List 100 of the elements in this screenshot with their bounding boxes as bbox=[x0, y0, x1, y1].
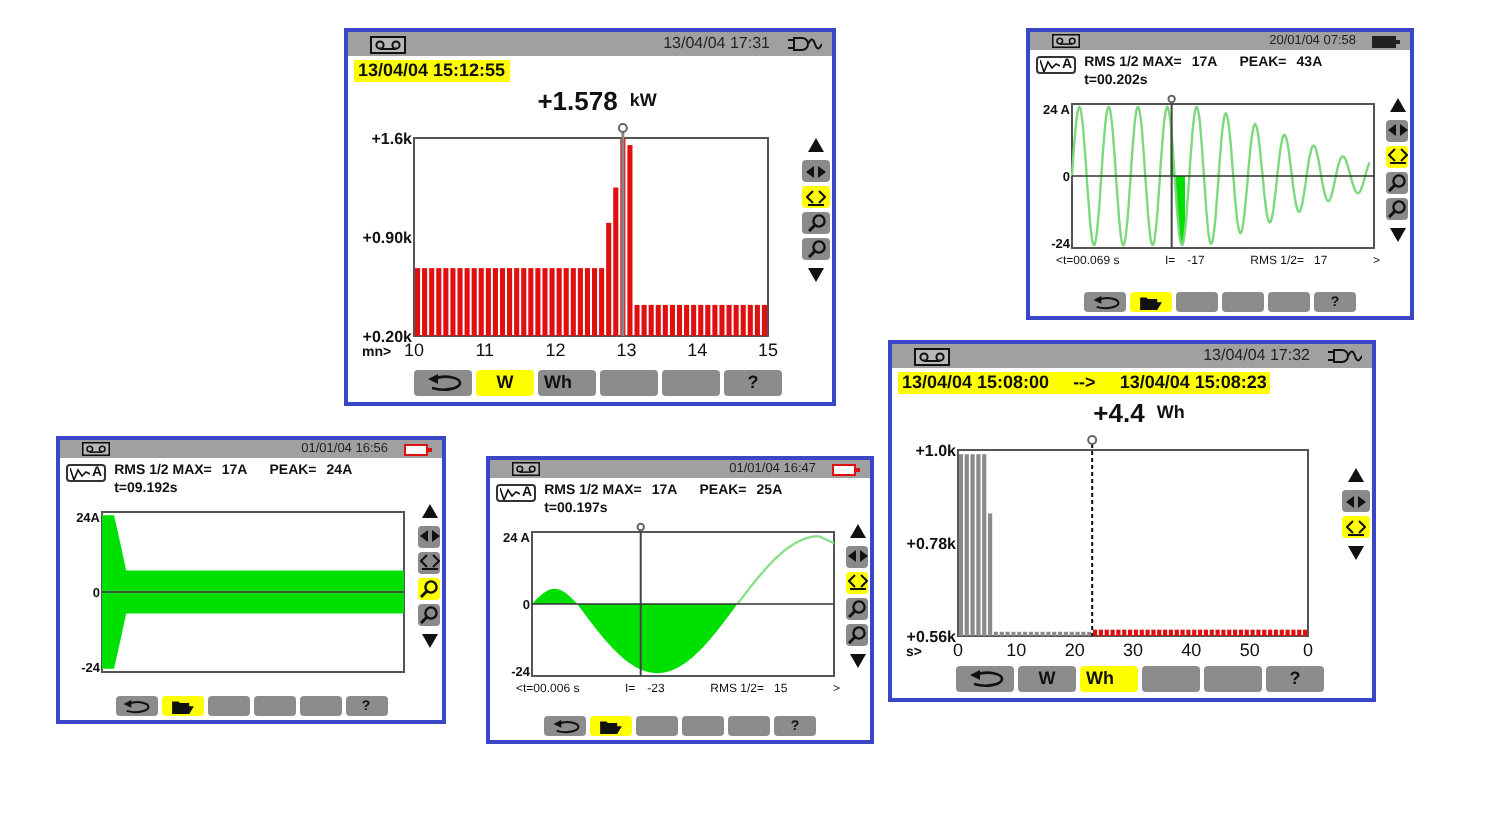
cursor-line[interactable] bbox=[1087, 435, 1098, 637]
softkey-button[interactable]: ? bbox=[724, 370, 782, 396]
magnifier-icon bbox=[807, 214, 825, 232]
reading-unit: kW bbox=[629, 88, 657, 115]
cursor-line[interactable] bbox=[1167, 94, 1176, 249]
softkey-button[interactable] bbox=[115, 696, 157, 716]
down-triangle-icon bbox=[421, 633, 437, 647]
softkey-button[interactable] bbox=[1084, 292, 1126, 312]
timestamp-text: 13/04/04 15:08:00 bbox=[902, 374, 1050, 392]
softkey-button[interactable] bbox=[590, 716, 632, 736]
softkey-button[interactable]: ? bbox=[1266, 666, 1324, 692]
softkey-button[interactable] bbox=[161, 696, 203, 716]
x-tick-label: 11 bbox=[475, 340, 495, 358]
up-triangle-icon bbox=[1348, 468, 1364, 482]
side-button[interactable] bbox=[1342, 542, 1370, 564]
side-button[interactable] bbox=[418, 629, 440, 651]
y-tick-label: +0.20k bbox=[362, 328, 412, 346]
side-button[interactable] bbox=[418, 499, 440, 521]
return-arrow-icon bbox=[425, 374, 461, 392]
side-button[interactable] bbox=[1386, 145, 1408, 167]
cursor-line[interactable] bbox=[636, 522, 645, 677]
up-triangle-icon bbox=[808, 138, 824, 152]
side-button[interactable] bbox=[802, 212, 830, 234]
cassette-icon bbox=[512, 462, 540, 476]
side-button[interactable] bbox=[418, 525, 440, 547]
chevrons-icon bbox=[806, 189, 826, 205]
waveform-icon bbox=[1040, 59, 1060, 71]
side-button[interactable] bbox=[846, 545, 868, 567]
side-button[interactable] bbox=[418, 551, 440, 573]
side-button[interactable] bbox=[1386, 171, 1408, 193]
softkey-button[interactable]: Wh bbox=[538, 370, 596, 396]
chevrons-icon bbox=[847, 574, 867, 590]
battery-icon bbox=[1372, 35, 1400, 47]
softkey-button[interactable] bbox=[414, 370, 472, 396]
folder-icon bbox=[171, 699, 193, 713]
side-button[interactable] bbox=[802, 134, 830, 156]
side-button[interactable] bbox=[418, 603, 440, 625]
up-triangle-icon bbox=[421, 503, 437, 517]
softkey-button[interactable] bbox=[956, 666, 1014, 692]
left-right-arrows-icon bbox=[847, 550, 867, 562]
side-button[interactable] bbox=[846, 597, 868, 619]
cassette-icon bbox=[82, 442, 110, 456]
side-button[interactable] bbox=[802, 264, 830, 286]
y-tick-label: +0.56k bbox=[906, 628, 956, 646]
side-button[interactable] bbox=[1342, 464, 1370, 486]
up-triangle-icon bbox=[849, 523, 865, 537]
down-triangle-icon bbox=[1389, 227, 1405, 241]
battery-icon bbox=[404, 443, 432, 455]
reading-value: +1.578 bbox=[537, 84, 618, 121]
x-tick-label: 10 bbox=[1006, 640, 1027, 658]
down-triangle-icon bbox=[808, 268, 824, 282]
plug-icon bbox=[786, 36, 822, 52]
folder-icon bbox=[600, 719, 622, 733]
x-tick-label: 20 bbox=[1064, 640, 1085, 658]
y-tick-label: +0.78k bbox=[906, 535, 956, 553]
softkey-button[interactable]: W bbox=[1018, 666, 1076, 692]
y-tick-label: +0.90k bbox=[362, 229, 412, 247]
softkey-button[interactable]: W bbox=[476, 370, 534, 396]
x-tick-label: 40 bbox=[1181, 640, 1202, 658]
x-tick-label: 0 bbox=[953, 640, 963, 658]
reading-value: +4.4 bbox=[1093, 396, 1145, 433]
x-tick-label: 12 bbox=[545, 340, 566, 358]
side-button[interactable] bbox=[802, 238, 830, 260]
side-button[interactable] bbox=[802, 160, 830, 182]
softkey-button[interactable] bbox=[1130, 292, 1172, 312]
side-button[interactable] bbox=[1386, 93, 1408, 115]
y-tick-label: +1.6k bbox=[371, 130, 412, 148]
magnifier-icon bbox=[1388, 173, 1406, 191]
magnifier-icon bbox=[848, 599, 866, 617]
softkey-button[interactable]: Wh bbox=[1080, 666, 1138, 692]
side-button[interactable] bbox=[418, 577, 440, 599]
side-button[interactable] bbox=[1342, 516, 1370, 538]
status-datetime: 13/04/04 17:31 bbox=[663, 32, 770, 56]
chevrons-icon bbox=[1346, 519, 1366, 535]
down-triangle-icon bbox=[1348, 546, 1364, 560]
softkey-button[interactable] bbox=[544, 716, 586, 736]
side-button[interactable] bbox=[1386, 119, 1408, 141]
x-tick-label: 14 bbox=[687, 340, 708, 358]
cassette-icon bbox=[1052, 34, 1080, 48]
magnifier-icon bbox=[420, 605, 438, 623]
side-button[interactable] bbox=[846, 519, 868, 541]
cassette-icon bbox=[914, 347, 950, 365]
cassette-icon bbox=[370, 35, 406, 53]
side-button[interactable] bbox=[1386, 223, 1408, 245]
timestamp-text: 13/04/04 15:08:23 bbox=[1119, 374, 1267, 392]
side-button[interactable] bbox=[802, 186, 830, 208]
side-button[interactable] bbox=[846, 649, 868, 671]
timestamp-text: 13/04/04 15:12:55 bbox=[358, 62, 506, 80]
side-button[interactable] bbox=[1386, 197, 1408, 219]
side-button[interactable] bbox=[846, 571, 868, 593]
return-arrow-icon bbox=[122, 699, 150, 713]
magnifier-icon bbox=[1388, 199, 1406, 217]
reading-unit: Wh bbox=[1156, 400, 1185, 427]
x-tick-label: 10 bbox=[404, 340, 424, 358]
down-triangle-icon bbox=[849, 653, 865, 667]
plug-icon bbox=[1326, 348, 1362, 364]
x-tick-label: 30 bbox=[1123, 640, 1143, 658]
side-button[interactable] bbox=[846, 623, 868, 645]
y-tick-label: +1.0k bbox=[915, 442, 956, 460]
side-button[interactable] bbox=[1342, 490, 1370, 512]
